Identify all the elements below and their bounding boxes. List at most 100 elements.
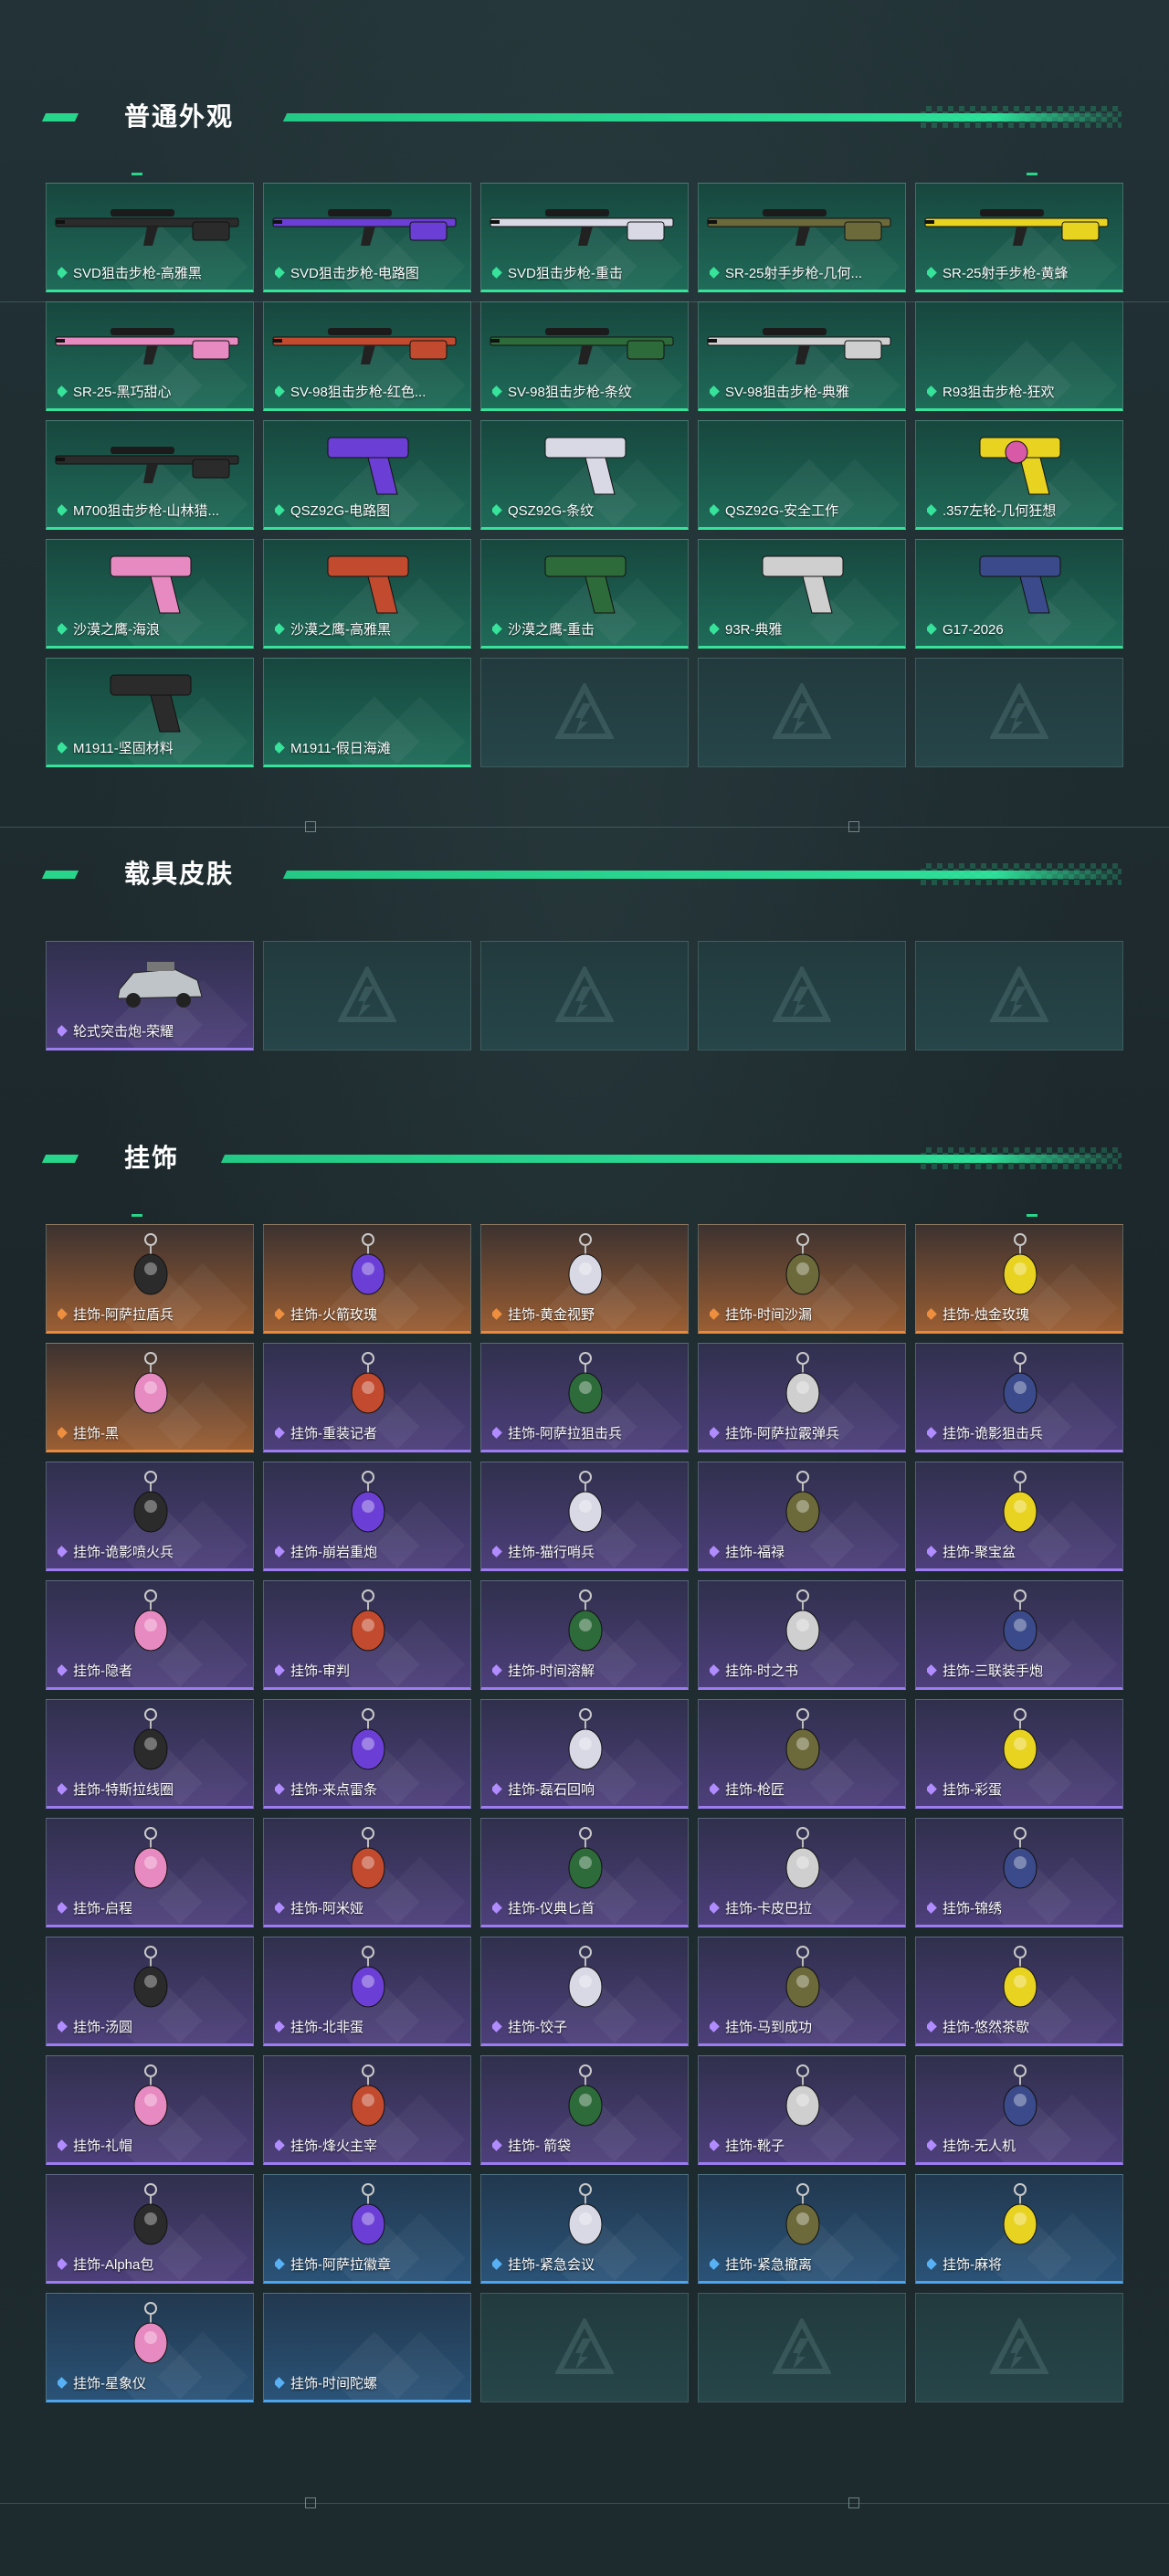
item-card[interactable]: 挂饰-时间陀螺 [263, 2293, 471, 2402]
rarity-diamond-icon [275, 2021, 285, 2032]
charm-icon [1003, 1708, 1037, 1770]
header-tick [1027, 1214, 1037, 1217]
item-name: R93狙击步枪-狂欢 [943, 385, 1055, 400]
item-card[interactable]: SR-25射手步枪-黄蜂 [915, 183, 1123, 292]
item-card[interactable]: 挂饰-彩蛋 [915, 1699, 1123, 1809]
charm-icon [351, 1946, 385, 2008]
item-card[interactable]: 挂饰- 箭袋 [480, 2055, 689, 2165]
item-card[interactable]: 挂饰-仪典匕首 [480, 1818, 689, 1927]
item-card[interactable]: 轮式突击炮-荣耀 [46, 941, 254, 1050]
item-card[interactable]: 沙漠之鹰-重击 [480, 539, 689, 649]
item-card[interactable]: 挂饰-礼帽 [46, 2055, 254, 2165]
item-card[interactable]: 挂饰-黄金视野 [480, 1224, 689, 1334]
section-title: 载具皮肤 [124, 860, 235, 888]
rarity-diamond-icon [927, 2139, 937, 2151]
item-card[interactable]: 挂饰-聚宝盆 [915, 1462, 1123, 1571]
item-card[interactable]: 挂饰-诡影狙击兵 [915, 1343, 1123, 1452]
item-card[interactable]: 挂饰-北非蛋 [263, 1937, 471, 2046]
rarity-diamond-icon [58, 1308, 68, 1320]
watermark-logo-icon [338, 966, 396, 1022]
rarity-diamond-icon [58, 1664, 68, 1676]
charm-icon [351, 1827, 385, 1889]
item-card[interactable]: 挂饰-麻将 [915, 2174, 1123, 2284]
item-card[interactable]: 挂饰-烽火主宰 [263, 2055, 471, 2165]
rarity-diamond-icon [58, 1902, 68, 1914]
item-card[interactable]: 挂饰-诡影喷火兵 [46, 1462, 254, 1571]
item-card[interactable]: 挂饰-阿萨拉霰弹兵 [698, 1343, 906, 1452]
item-card[interactable]: 挂饰-来点雷条 [263, 1699, 471, 1809]
item-card[interactable]: 挂饰-重装记者 [263, 1343, 471, 1452]
item-card[interactable]: 挂饰-枪匠 [698, 1699, 906, 1809]
item-card[interactable]: 挂饰-卡皮巴拉 [698, 1818, 906, 1927]
item-card[interactable]: 挂饰-无人机 [915, 2055, 1123, 2165]
item-label: 挂饰-福禄 [710, 1545, 900, 1561]
section-header-charms: 挂饰 [41, 1140, 1124, 1177]
item-card[interactable]: QSZ92G-安全工作 [698, 420, 906, 530]
item-card[interactable]: SR-25-黑巧甜心 [46, 301, 254, 411]
item-card[interactable]: 挂饰-猫行哨兵 [480, 1462, 689, 1571]
item-card[interactable]: 挂饰-隐者 [46, 1580, 254, 1690]
item-card[interactable]: 沙漠之鹰-海浪 [46, 539, 254, 649]
charm-icon [1003, 1471, 1037, 1533]
item-card[interactable]: QSZ92G-电路图 [263, 420, 471, 530]
item-card[interactable]: 挂饰-崩岩重炮 [263, 1462, 471, 1571]
item-card[interactable]: 挂饰-烛金玫瑰 [915, 1224, 1123, 1334]
item-card[interactable]: 挂饰-紧急会议 [480, 2174, 689, 2284]
item-card[interactable]: SV-98狙击步枪-红色... [263, 301, 471, 411]
item-card[interactable]: 挂饰-汤圆 [46, 1937, 254, 2046]
item-card[interactable]: 沙漠之鹰-高雅黑 [263, 539, 471, 649]
item-card[interactable]: M1911-假日海滩 [263, 658, 471, 767]
item-card[interactable]: 挂饰-时间沙漏 [698, 1224, 906, 1334]
item-card[interactable]: SV-98狙击步枪-典雅 [698, 301, 906, 411]
item-card[interactable]: 挂饰-阿米娅 [263, 1818, 471, 1927]
item-card[interactable]: G17-2026 [915, 539, 1123, 649]
watermark-logo-icon [773, 966, 831, 1022]
item-card[interactable]: 挂饰-磊石回响 [480, 1699, 689, 1809]
item-card[interactable]: 挂饰-锦绣 [915, 1818, 1123, 1927]
item-card[interactable]: SVD狙击步枪-高雅黑 [46, 183, 254, 292]
item-card[interactable]: 挂饰-阿萨拉徽章 [263, 2174, 471, 2284]
item-card[interactable]: 挂饰-审判 [263, 1580, 471, 1690]
rarity-diamond-icon [492, 1664, 502, 1676]
item-card[interactable]: R93狙击步枪-狂欢 [915, 301, 1123, 411]
item-card[interactable]: 挂饰-星象仪 [46, 2293, 254, 2402]
item-card[interactable]: 挂饰-时间溶解 [480, 1580, 689, 1690]
item-label: 挂饰-烛金玫瑰 [927, 1307, 1117, 1324]
item-card[interactable]: 挂饰-火箭玫瑰 [263, 1224, 471, 1334]
item-card[interactable]: 挂饰-特斯拉线圈 [46, 1699, 254, 1809]
item-card[interactable]: 挂饰-时之书 [698, 1580, 906, 1690]
item-card[interactable]: 挂饰-福禄 [698, 1462, 906, 1571]
item-card[interactable]: 挂饰-紧急撤离 [698, 2174, 906, 2284]
item-name: 93R-典雅 [725, 622, 783, 638]
sniper-rifle-icon [490, 209, 674, 246]
item-card[interactable]: 93R-典雅 [698, 539, 906, 649]
sniper-rifle-icon [490, 328, 674, 364]
item-card[interactable]: 挂饰-靴子 [698, 2055, 906, 2165]
item-card[interactable]: 挂饰-阿萨拉盾兵 [46, 1224, 254, 1334]
item-card[interactable]: QSZ92G-条纹 [480, 420, 689, 530]
item-card[interactable]: 挂饰-黑 [46, 1343, 254, 1452]
item-card[interactable]: 挂饰-悠然茶歇 [915, 1937, 1123, 2046]
item-card[interactable]: 挂饰-启程 [46, 1818, 254, 1927]
charm-icon [133, 2302, 168, 2364]
rarity-diamond-icon [58, 1783, 68, 1795]
rarity-diamond-icon [927, 1427, 937, 1439]
item-label: 挂饰-启程 [58, 1901, 247, 1917]
item-card[interactable]: M700狙击步枪-山林猎... [46, 420, 254, 530]
item-card[interactable]: SR-25射手步枪-几何... [698, 183, 906, 292]
item-card[interactable]: 挂饰-阿萨拉狙击兵 [480, 1343, 689, 1452]
item-label: 挂饰-时间沙漏 [710, 1307, 900, 1324]
item-card[interactable]: SV-98狙击步枪-条纹 [480, 301, 689, 411]
item-label: SR-25射手步枪-黄蜂 [927, 266, 1117, 282]
item-card[interactable]: 挂饰-Alpha包 [46, 2174, 254, 2284]
item-card[interactable]: SVD狙击步枪-重击 [480, 183, 689, 292]
item-name: 挂饰-福禄 [725, 1545, 785, 1560]
item-card[interactable]: 挂饰-马到成功 [698, 1937, 906, 2046]
rarity-diamond-icon [492, 2021, 502, 2032]
rarity-diamond-icon [58, 267, 68, 279]
item-card[interactable]: SVD狙击步枪-电路图 [263, 183, 471, 292]
item-card[interactable]: .357左轮-几何狂想 [915, 420, 1123, 530]
item-card[interactable]: 挂饰-三联装手炮 [915, 1580, 1123, 1690]
item-card[interactable]: M1911-坚固材料 [46, 658, 254, 767]
item-card[interactable]: 挂饰-饺子 [480, 1937, 689, 2046]
